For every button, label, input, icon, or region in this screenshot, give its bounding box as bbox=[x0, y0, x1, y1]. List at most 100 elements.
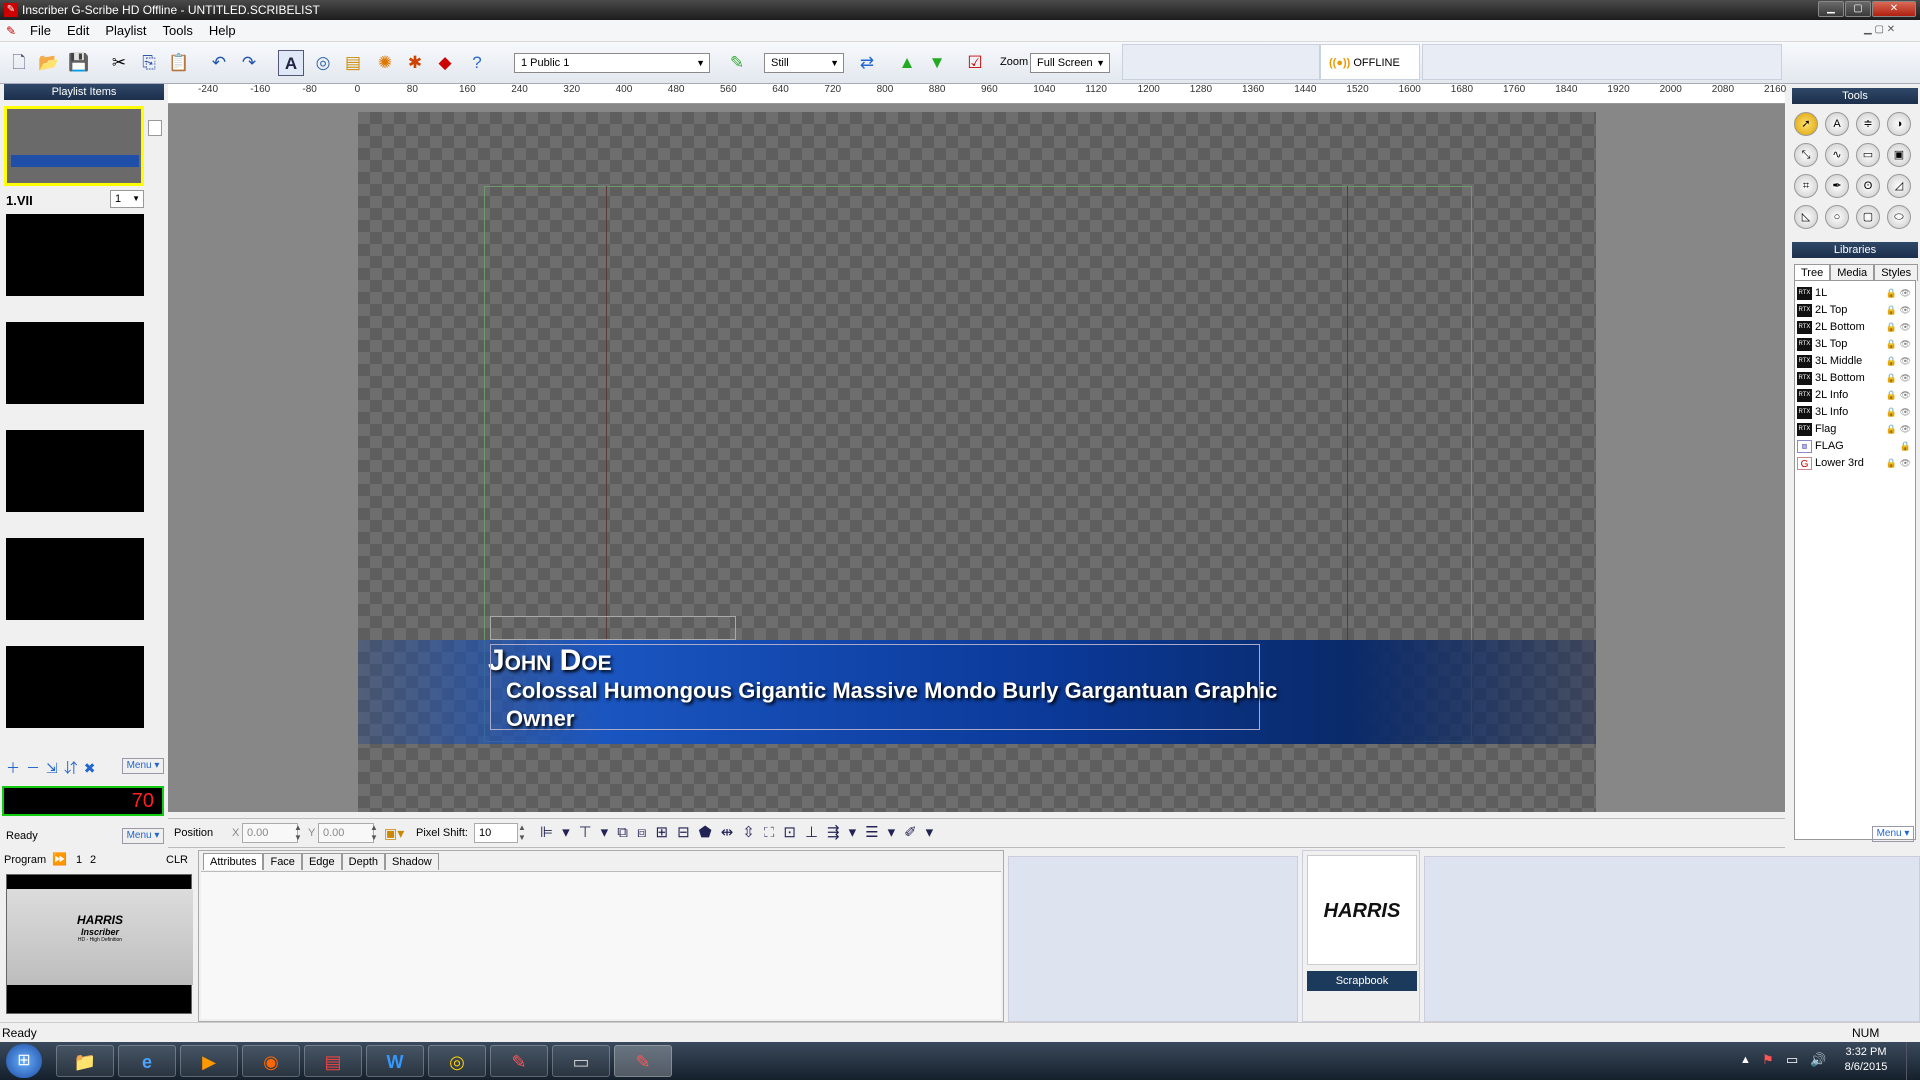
minimize-button[interactable]: ▁ bbox=[1818, 1, 1844, 17]
lasso-tool-icon[interactable]: ʘ bbox=[1856, 174, 1880, 198]
volume-icon[interactable]: 🔊 bbox=[1810, 1052, 1826, 1068]
swap-icon[interactable]: ⇄ bbox=[854, 50, 880, 76]
move-down-icon[interactable]: ▼ bbox=[924, 50, 950, 76]
mdi-controls[interactable]: ▁ ▢ ✕ bbox=[1864, 24, 1895, 35]
lock-icon[interactable]: 🔒 bbox=[1900, 438, 1911, 455]
y-spinner[interactable]: ▲ ▼ bbox=[370, 823, 378, 843]
help-icon[interactable]: ? bbox=[464, 50, 490, 76]
playlist-thumb[interactable] bbox=[6, 538, 144, 620]
image-tool-icon[interactable]: ▣ bbox=[1887, 143, 1911, 167]
library-item[interactable]: RTX 1L 🔒 👁 bbox=[1795, 285, 1915, 302]
lock-eye-icon[interactable]: 🔒 👁 bbox=[1886, 370, 1911, 387]
tab-face[interactable]: Face bbox=[263, 853, 302, 870]
shape-icon[interactable]: ⬟ bbox=[699, 824, 721, 841]
channel-1-button[interactable]: 1 bbox=[76, 854, 82, 866]
lock-eye-icon[interactable]: 🔒 👁 bbox=[1886, 455, 1911, 472]
lock-eye-icon[interactable]: 🔒 👁 bbox=[1886, 336, 1911, 353]
bring-front-icon[interactable]: ⧉ bbox=[617, 824, 637, 841]
library-item[interactable]: G Lower 3rd 🔒 👁 bbox=[1795, 455, 1915, 472]
move-up-icon[interactable]: ▲ bbox=[894, 50, 920, 76]
pixel-shift-spinner[interactable]: ▲ ▼ bbox=[518, 823, 526, 843]
lock-eye-icon[interactable]: 🔒 👁 bbox=[1886, 387, 1911, 404]
open-icon[interactable]: 📂 bbox=[36, 50, 62, 76]
new-icon[interactable]: 🗋 bbox=[6, 50, 32, 76]
channel-select[interactable]: 1 Public 1 ▼ bbox=[514, 53, 710, 73]
pill-tool-icon[interactable]: ⬭ bbox=[1887, 205, 1911, 229]
play-forward-icon[interactable]: ⏩ bbox=[52, 852, 67, 866]
lock-eye-icon[interactable]: 🔒 👁 bbox=[1886, 302, 1911, 319]
flip-vertical-icon[interactable]: ⇳ bbox=[742, 824, 764, 841]
align-top-icon[interactable]: ⊤▾ bbox=[579, 824, 618, 841]
clear-button[interactable]: CLR bbox=[166, 854, 188, 866]
transparency-canvas[interactable]: John Doe Colossal Humongous Gigantic Mas… bbox=[358, 112, 1596, 812]
menu-help[interactable]: Help bbox=[201, 20, 244, 42]
library-item[interactable]: RTX 3L Bottom 🔒 👁 bbox=[1795, 370, 1915, 387]
x-position-input[interactable]: 0.00 bbox=[242, 823, 298, 843]
offline-indicator[interactable]: ((●)) OFFLINE bbox=[1320, 44, 1420, 80]
edit-template-icon[interactable]: ✎ bbox=[724, 50, 750, 76]
libraries-menu-button[interactable]: Menu ▾ bbox=[1872, 826, 1914, 842]
align-left-icon[interactable]: ⊫▾ bbox=[540, 824, 579, 841]
status-menu-button[interactable]: Menu ▾ bbox=[122, 828, 164, 844]
library-item[interactable]: RTX 3L Info 🔒 👁 bbox=[1795, 404, 1915, 421]
tab-tree[interactable]: Tree bbox=[1794, 264, 1831, 281]
playlist-menu-button[interactable]: Menu ▾ bbox=[122, 758, 164, 774]
menu-playlist[interactable]: Playlist bbox=[97, 20, 154, 42]
tab-styles[interactable]: Styles bbox=[1874, 264, 1919, 281]
redo-icon[interactable]: ↷ bbox=[236, 50, 262, 76]
lower-third-line1[interactable]: Colossal Humongous Gigantic Massive Mond… bbox=[506, 678, 1277, 704]
style-icon[interactable]: ✐▾ bbox=[904, 824, 942, 841]
fit-icon[interactable]: ⛶ bbox=[764, 824, 784, 841]
menu-file[interactable]: File bbox=[22, 20, 59, 42]
menu-edit[interactable]: Edit bbox=[59, 20, 97, 42]
triangle-tool-icon[interactable]: ◿ bbox=[1887, 174, 1911, 198]
lines-icon[interactable]: ☰▾ bbox=[865, 824, 904, 841]
crop-tool-icon[interactable]: ⌗ bbox=[1794, 174, 1818, 198]
media-player-task-icon[interactable]: ▶ bbox=[180, 1045, 238, 1077]
checklist-icon[interactable]: ☑ bbox=[962, 50, 988, 76]
ie-task-icon[interactable]: e bbox=[118, 1045, 176, 1077]
show-desktop-button[interactable] bbox=[1906, 1042, 1920, 1080]
playlist-thumb[interactable] bbox=[6, 430, 144, 512]
add-icon[interactable]: ＋ bbox=[6, 760, 26, 776]
transform-tool-icon[interactable]: ⤡ bbox=[1794, 143, 1818, 167]
fill-color-icon[interactable]: ▣▾ bbox=[384, 825, 404, 842]
lower-third-line2[interactable]: Owner bbox=[506, 706, 574, 732]
playlist-thumb[interactable] bbox=[6, 322, 144, 404]
render-icon[interactable]: ◆ bbox=[432, 50, 458, 76]
lock-eye-icon[interactable]: 🔒 👁 bbox=[1886, 319, 1911, 336]
action-center-icon[interactable]: ⚑ bbox=[1762, 1052, 1774, 1068]
align-tool-icon[interactable]: ≑ bbox=[1856, 112, 1880, 136]
playlist-thumb[interactable] bbox=[6, 646, 144, 728]
item-number-select[interactable]: 1 ▼ bbox=[110, 190, 144, 208]
presentation-task-icon[interactable]: ▤ bbox=[304, 1045, 362, 1077]
library-item[interactable]: RTX 2L Bottom 🔒 👁 bbox=[1795, 319, 1915, 336]
channel-2-button[interactable]: 2 bbox=[90, 854, 96, 866]
maximize-button[interactable]: ▢ bbox=[1845, 1, 1871, 17]
wedge-tool-icon[interactable]: ◺ bbox=[1794, 205, 1818, 229]
x-spinner[interactable]: ▲ ▼ bbox=[294, 823, 302, 843]
rectangle-tool-icon[interactable]: ▭ bbox=[1856, 143, 1880, 167]
distribute-icon[interactable]: ⇶▾ bbox=[827, 824, 865, 841]
copy-icon[interactable]: ⎘ bbox=[136, 50, 162, 76]
tab-media[interactable]: Media bbox=[1830, 264, 1875, 281]
send-back-icon[interactable]: ⧈ bbox=[637, 824, 656, 841]
library-item[interactable]: RTX Flag 🔒 👁 bbox=[1795, 421, 1915, 438]
playlist-actions[interactable]: ＋－⇲⇵✖ bbox=[6, 758, 101, 778]
rounded-rect-tool-icon[interactable]: ▢ bbox=[1856, 205, 1880, 229]
curve-tool-icon[interactable]: ∿ bbox=[1825, 143, 1849, 167]
lock-eye-icon[interactable]: 🔒 👁 bbox=[1886, 285, 1911, 302]
lock-eye-icon[interactable]: 🔒 👁 bbox=[1886, 404, 1911, 421]
chrome-task-icon[interactable]: ◎ bbox=[428, 1045, 486, 1077]
start-button-icon[interactable]: ⊞ bbox=[6, 1044, 42, 1078]
firefox-task-icon[interactable]: ◉ bbox=[242, 1045, 300, 1077]
select-tool-icon[interactable]: ➚ bbox=[1794, 112, 1818, 136]
flip-horizontal-icon[interactable]: ⇹ bbox=[721, 824, 743, 841]
library-item[interactable]: RTX 2L Info 🔒 👁 bbox=[1795, 387, 1915, 404]
network-icon[interactable]: ▭ bbox=[1786, 1052, 1798, 1068]
inscriber-active-task-icon[interactable]: ✎ bbox=[614, 1045, 672, 1077]
text-tool-icon[interactable]: A bbox=[1825, 112, 1849, 136]
remove-icon[interactable]: － bbox=[26, 760, 46, 776]
resize-icon[interactable]: ⊡ bbox=[783, 824, 805, 841]
scrapbook-label[interactable]: Scrapbook bbox=[1307, 971, 1417, 991]
